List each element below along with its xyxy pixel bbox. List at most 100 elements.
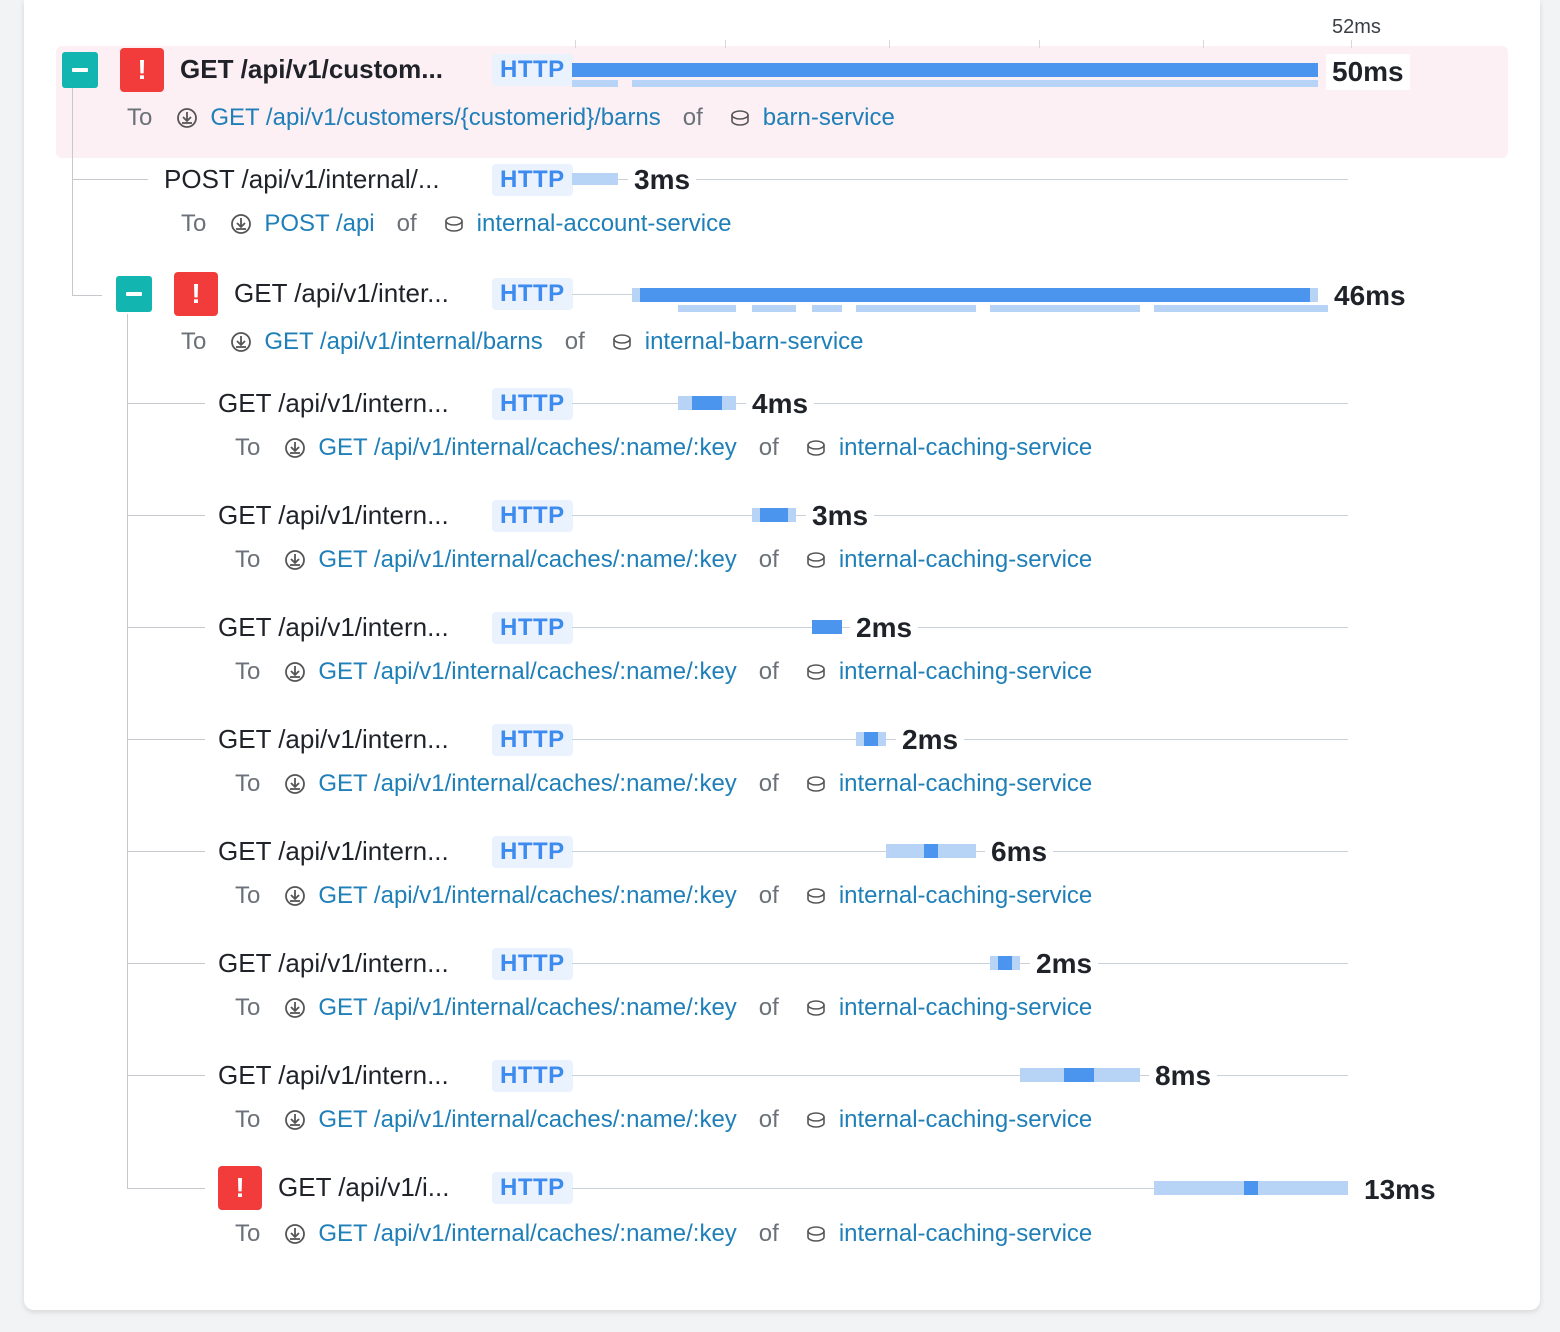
of-label: of bbox=[758, 658, 779, 685]
span-bar[interactable] bbox=[640, 288, 1310, 302]
span-detail: To GET /api/v1/internal/caches/:name/:ke… bbox=[235, 882, 1092, 910]
endpoint-icon bbox=[177, 108, 198, 128]
endpoint-icon bbox=[285, 998, 306, 1018]
endpoint-icon bbox=[285, 662, 306, 682]
span-detail: To GET /api/v1/internal/caches/:name/:ke… bbox=[235, 1220, 1092, 1248]
span-duration: 46ms bbox=[1328, 278, 1412, 314]
endpoint-icon bbox=[285, 774, 306, 794]
span-child-bar bbox=[990, 305, 1140, 312]
endpoint-link[interactable]: GET /api/v1/internal/caches/:name/:key bbox=[318, 882, 736, 910]
timeline-tick bbox=[575, 40, 576, 48]
endpoint-icon bbox=[285, 1110, 306, 1130]
span-duration: 4ms bbox=[746, 386, 815, 422]
span-detail: To GET /api/v1/internal/caches/:name/:ke… bbox=[235, 1106, 1092, 1134]
endpoint-link[interactable]: GET /api/v1/internal/caches/:name/:key bbox=[318, 546, 736, 574]
service-link[interactable]: internal-caching-service bbox=[839, 546, 1092, 574]
service-link[interactable]: internal-caching-service bbox=[839, 1220, 1092, 1248]
service-link[interactable]: barn-service bbox=[763, 104, 895, 132]
endpoint-link[interactable]: GET /api/v1/internal/caches/:name/:key bbox=[318, 1220, 736, 1248]
service-link[interactable]: internal-caching-service bbox=[839, 882, 1092, 910]
span-duration: 2ms bbox=[850, 610, 919, 646]
error-indicator: ! bbox=[218, 1166, 262, 1210]
span-bar[interactable] bbox=[760, 508, 788, 522]
span-detail: To GET /api/v1/customers/{customerid}/ba… bbox=[127, 104, 895, 132]
error-indicator: ! bbox=[120, 48, 164, 92]
span-title[interactable]: GET /api/v1/i... bbox=[278, 1172, 449, 1203]
timeline-tick bbox=[1039, 40, 1040, 48]
endpoint-link[interactable]: GET /api/v1/customers/{customerid}/barns bbox=[210, 104, 660, 132]
span-bar[interactable] bbox=[572, 63, 1318, 77]
service-link[interactable]: internal-barn-service bbox=[645, 328, 864, 356]
database-icon bbox=[807, 664, 825, 680]
timeline-max-label: 52ms bbox=[1332, 16, 1381, 38]
endpoint-link[interactable]: GET /api/v1/internal/caches/:name/:key bbox=[318, 994, 736, 1022]
tree-connector bbox=[127, 963, 205, 964]
protocol-badge: HTTP bbox=[492, 1172, 573, 1204]
span-track bbox=[572, 515, 1348, 516]
span-bar[interactable] bbox=[1064, 1068, 1094, 1082]
tree-connector bbox=[127, 739, 205, 740]
span-child-bar bbox=[1154, 305, 1348, 312]
tree-connector bbox=[127, 515, 205, 516]
service-link[interactable]: internal-caching-service bbox=[839, 994, 1092, 1022]
span-title[interactable]: GET /api/v1/intern... bbox=[218, 1060, 449, 1091]
endpoint-link[interactable]: GET /api/v1/internal/caches/:name/:key bbox=[318, 770, 736, 798]
span-title[interactable]: GET /api/v1/intern... bbox=[218, 948, 449, 979]
endpoint-link[interactable]: GET /api/v1/internal/caches/:name/:key bbox=[318, 1106, 736, 1134]
span-detail: To GET /api/v1/internal/caches/:name/:ke… bbox=[235, 994, 1092, 1022]
to-label: To bbox=[127, 104, 153, 131]
endpoint-icon bbox=[231, 332, 252, 352]
span-track bbox=[572, 1075, 1348, 1076]
span-bar-edge bbox=[1310, 288, 1318, 302]
service-link[interactable]: internal-caching-service bbox=[839, 770, 1092, 798]
database-icon bbox=[807, 1000, 825, 1016]
endpoint-link[interactable]: GET /api/v1/internal/caches/:name/:key bbox=[318, 434, 736, 462]
span-bar[interactable] bbox=[998, 956, 1012, 970]
service-link[interactable]: internal-caching-service bbox=[839, 434, 1092, 462]
to-label: To bbox=[235, 1106, 261, 1133]
span-bar[interactable] bbox=[692, 396, 722, 410]
span-bar[interactable] bbox=[924, 844, 938, 858]
collapse-toggle[interactable] bbox=[62, 52, 98, 88]
timeline-tick bbox=[889, 40, 890, 48]
endpoint-link[interactable]: GET /api/v1/internal/caches/:name/:key bbox=[318, 658, 736, 686]
exclamation-icon: ! bbox=[137, 54, 147, 85]
protocol-badge: HTTP bbox=[492, 724, 573, 756]
span-title[interactable]: GET /api/v1/intern... bbox=[218, 724, 449, 755]
of-label: of bbox=[758, 1220, 779, 1247]
of-label: of bbox=[758, 546, 779, 573]
span-title[interactable]: GET /api/v1/intern... bbox=[218, 612, 449, 643]
protocol-badge: HTTP bbox=[492, 948, 573, 980]
span-title[interactable]: GET /api/v1/custom... bbox=[180, 54, 443, 85]
service-link[interactable]: internal-account-service bbox=[477, 210, 732, 238]
database-icon bbox=[612, 334, 631, 350]
collapse-toggle[interactable] bbox=[116, 276, 152, 312]
of-label: of bbox=[758, 882, 779, 909]
service-link[interactable]: internal-caching-service bbox=[839, 658, 1092, 686]
tree-connector bbox=[127, 1188, 205, 1189]
span-title[interactable]: GET /api/v1/inter... bbox=[234, 278, 449, 309]
protocol-badge: HTTP bbox=[492, 836, 573, 868]
span-title[interactable]: GET /api/v1/intern... bbox=[218, 836, 449, 867]
span-bar[interactable] bbox=[1244, 1181, 1258, 1195]
endpoint-icon bbox=[285, 550, 306, 570]
endpoint-link[interactable]: GET /api/v1/internal/barns bbox=[264, 328, 542, 356]
span-title[interactable]: GET /api/v1/intern... bbox=[218, 500, 449, 531]
span-bar[interactable] bbox=[812, 620, 842, 634]
span-child-bar bbox=[752, 305, 796, 312]
span-bar[interactable] bbox=[572, 173, 618, 185]
service-link[interactable]: internal-caching-service bbox=[839, 1106, 1092, 1134]
endpoint-link[interactable]: POST /api bbox=[264, 210, 374, 238]
protocol-badge: HTTP bbox=[492, 500, 573, 532]
database-icon bbox=[444, 216, 463, 232]
to-label: To bbox=[235, 882, 261, 909]
endpoint-icon bbox=[231, 214, 252, 234]
span-duration: 8ms bbox=[1149, 1058, 1218, 1094]
span-title[interactable]: GET /api/v1/intern... bbox=[218, 388, 449, 419]
span-bar[interactable] bbox=[864, 732, 878, 746]
span-child-bar bbox=[812, 305, 842, 312]
tree-connector bbox=[72, 295, 102, 296]
of-label: of bbox=[758, 994, 779, 1021]
span-title[interactable]: POST /api/v1/internal/... bbox=[164, 164, 440, 195]
protocol-badge: HTTP bbox=[492, 612, 573, 644]
